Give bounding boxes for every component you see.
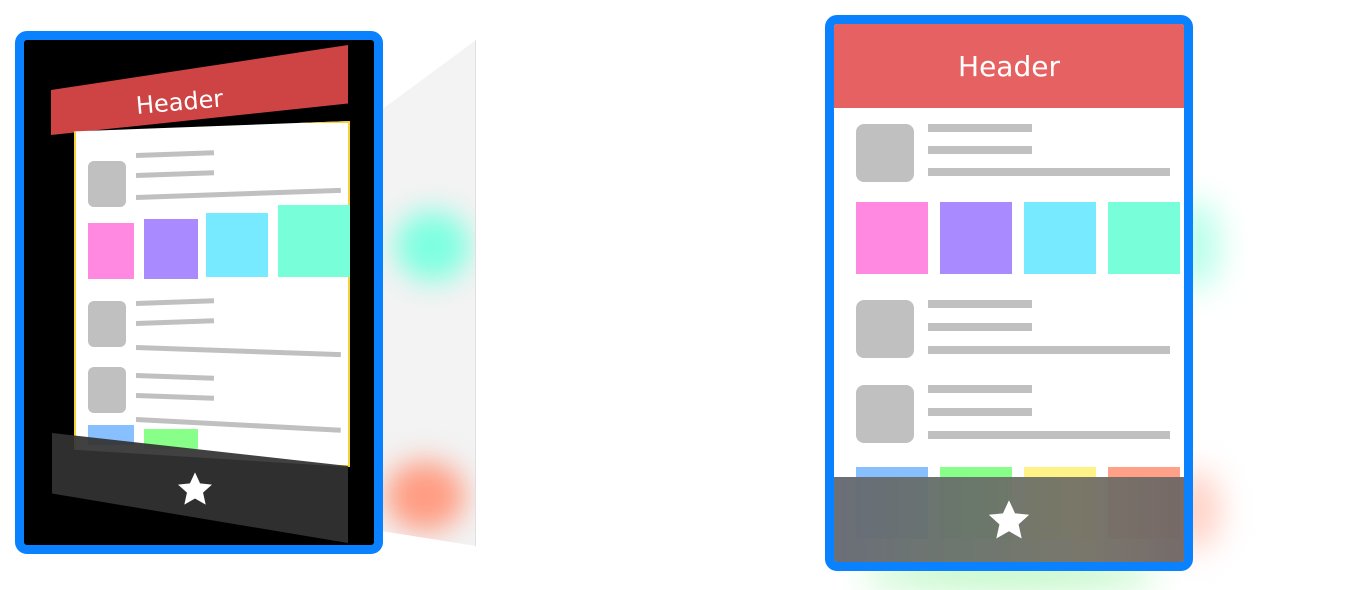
thumbnail-placeholder: [856, 124, 914, 182]
color-swatch: [856, 202, 928, 274]
star-icon[interactable]: [984, 495, 1034, 545]
text-line-placeholder: [928, 168, 1170, 176]
text-line-placeholder: [135, 373, 215, 381]
text-line-placeholder: [135, 318, 215, 326]
background-layer: [380, 40, 476, 546]
text-line-placeholder: [135, 298, 215, 306]
orange-glow: [385, 461, 465, 531]
text-line-placeholder: [928, 346, 1170, 354]
color-swatch: [88, 223, 134, 279]
color-swatch: [1108, 202, 1180, 274]
text-line-placeholder: [928, 431, 1170, 439]
text-line-placeholder: [928, 385, 1032, 393]
text-line-placeholder: [928, 300, 1032, 308]
text-line-placeholder: [928, 408, 1032, 416]
text-line-placeholder: [135, 393, 215, 401]
text-line-placeholder: [135, 170, 215, 178]
exploded-view-frame: Header: [15, 31, 383, 554]
teal-glow: [395, 211, 470, 281]
composite-view-frame: Header: [825, 15, 1193, 571]
text-line-placeholder: [135, 187, 341, 200]
tab-bar: [834, 477, 1184, 562]
text-line-placeholder: [135, 345, 341, 358]
text-line-placeholder: [928, 124, 1032, 132]
color-swatch: [940, 202, 1012, 274]
header-label: Header: [958, 49, 1060, 83]
thumbnail-placeholder: [856, 385, 914, 443]
content-layer: [74, 121, 350, 467]
thumbnail-placeholder: [88, 301, 126, 347]
text-line-placeholder: [928, 323, 1032, 331]
color-swatch: [206, 213, 268, 277]
color-swatch: [278, 205, 350, 277]
thumbnail-placeholder: [88, 367, 126, 413]
thumbnail-placeholder: [856, 300, 914, 358]
star-icon: [178, 472, 212, 505]
color-swatch: [144, 219, 198, 279]
text-line-placeholder: [135, 150, 215, 158]
text-line-placeholder: [928, 146, 1032, 154]
color-swatch: [1024, 202, 1096, 274]
header-bar: Header: [834, 24, 1184, 108]
thumbnail-placeholder: [88, 161, 126, 207]
